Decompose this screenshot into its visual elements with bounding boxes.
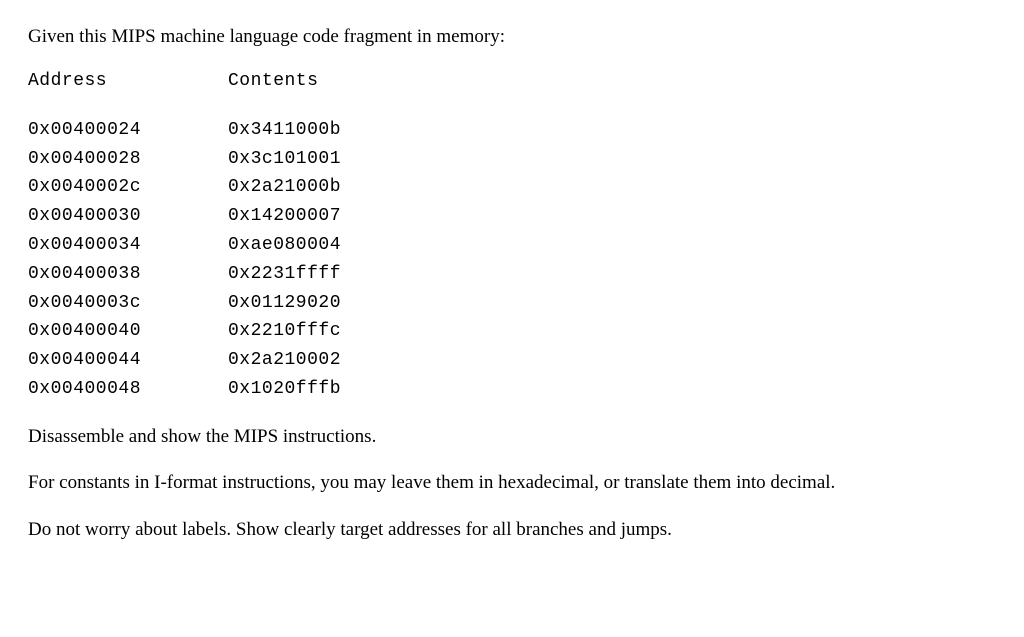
cell-contents: 0x3411000b: [228, 116, 996, 145]
cell-contents: 0x3c101001: [228, 145, 996, 174]
table-row: 0x00400044 0x2a210002: [28, 346, 996, 375]
table-row: 0x00400034 0xae080004: [28, 231, 996, 260]
table-row: 0x00400048 0x1020fffb: [28, 375, 996, 404]
table-row: 0x0040002c 0x2a21000b: [28, 173, 996, 202]
memory-table: Address Contents 0x00400024 0x3411000b 0…: [28, 69, 996, 404]
cell-address: 0x00400038: [28, 260, 228, 289]
table-row: 0x00400040 0x2210fffc: [28, 317, 996, 346]
cell-address: 0x0040002c: [28, 173, 228, 202]
cell-address: 0x0040003c: [28, 289, 228, 318]
cell-address: 0x00400028: [28, 145, 228, 174]
header-contents: Contents: [228, 69, 996, 94]
cell-contents: 0x2a210002: [228, 346, 996, 375]
intro-text: Given this MIPS machine language code fr…: [28, 24, 996, 51]
cell-address: 0x00400030: [28, 202, 228, 231]
header-address: Address: [28, 69, 228, 94]
cell-contents: 0x01129020: [228, 289, 996, 318]
cell-address: 0x00400040: [28, 317, 228, 346]
cell-contents: 0x1020fffb: [228, 375, 996, 404]
table-row: 0x00400038 0x2231ffff: [28, 260, 996, 289]
instruction-p2: For constants in I-format instructions, …: [28, 470, 996, 497]
cell-contents: 0x2a21000b: [228, 173, 996, 202]
table-row: 0x00400028 0x3c101001: [28, 145, 996, 174]
instruction-p1: Disassemble and show the MIPS instructio…: [28, 424, 996, 451]
cell-contents: 0x14200007: [228, 202, 996, 231]
cell-contents: 0xae080004: [228, 231, 996, 260]
cell-address: 0x00400024: [28, 116, 228, 145]
table-row: 0x00400030 0x14200007: [28, 202, 996, 231]
cell-contents: 0x2210fffc: [228, 317, 996, 346]
table-row: 0x00400024 0x3411000b: [28, 116, 996, 145]
cell-contents: 0x2231ffff: [228, 260, 996, 289]
instruction-p3: Do not worry about labels. Show clearly …: [28, 517, 996, 544]
table-header: Address Contents: [28, 69, 996, 94]
cell-address: 0x00400044: [28, 346, 228, 375]
cell-address: 0x00400048: [28, 375, 228, 404]
cell-address: 0x00400034: [28, 231, 228, 260]
table-row: 0x0040003c 0x01129020: [28, 289, 996, 318]
